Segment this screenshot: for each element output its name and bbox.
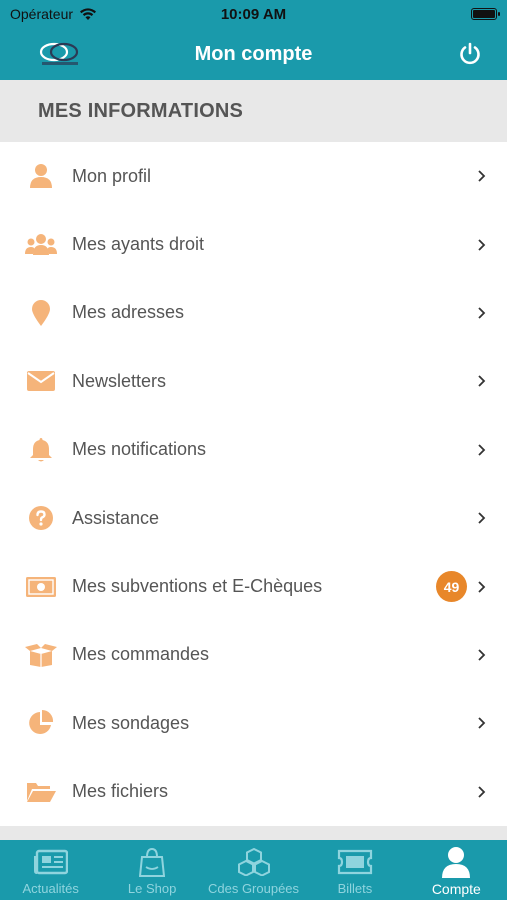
menu-item-mes-adresses[interactable]: Mes adresses xyxy=(0,279,507,347)
chevron-right-icon xyxy=(478,717,486,729)
menu-item-assistance[interactable]: Assistance xyxy=(0,484,507,552)
shop-bag-icon xyxy=(134,845,170,879)
tab-label: Compte xyxy=(431,881,481,897)
tab-billets[interactable]: Billets xyxy=(304,840,405,900)
menu-item-mes-notifications[interactable]: Mes notifications xyxy=(0,416,507,484)
ticket-icon xyxy=(337,845,373,879)
chevron-right-icon xyxy=(478,649,486,661)
page-title: Mon compte xyxy=(194,42,313,65)
menu-item-newsletters[interactable]: Newsletters xyxy=(0,347,507,415)
status-bar: Opérateur 10:09 AM xyxy=(0,0,507,28)
menu-item-label: Assistance xyxy=(72,507,160,528)
pie-chart-icon xyxy=(25,708,57,738)
menu-item-label: Mes ayants droit xyxy=(72,234,205,255)
menu-item-label: Mes commandes xyxy=(72,644,210,665)
menu-item-mes-sondages[interactable]: Mes sondages xyxy=(0,689,507,757)
power-icon[interactable] xyxy=(457,41,483,67)
menu-item-label: Mes fichiers xyxy=(72,781,169,802)
menu-item-label: Mes subventions et E-Chèques xyxy=(72,576,323,597)
chevron-right-icon xyxy=(478,375,486,387)
chevron-right-icon xyxy=(478,512,486,524)
folder-open-icon xyxy=(25,777,57,807)
tab-actualites[interactable]: Actualités xyxy=(0,840,101,900)
envelope-icon xyxy=(25,366,57,396)
tab-compte[interactable]: Compte xyxy=(406,840,507,900)
box-open-icon xyxy=(25,640,57,670)
section-header: MES INFORMATIONS xyxy=(0,80,507,142)
tab-label: Billets xyxy=(337,881,373,896)
tab-bar: Actualités Le Shop Cdes Groupées Billets… xyxy=(0,840,507,900)
chevron-right-icon xyxy=(478,307,486,319)
question-circle-icon xyxy=(25,503,57,533)
list-footer-divider xyxy=(0,826,507,840)
tab-le-shop[interactable]: Le Shop xyxy=(101,840,202,900)
tab-label: Actualités xyxy=(22,881,79,896)
bell-icon xyxy=(25,435,57,465)
tab-cdes-groupees[interactable]: Cdes Groupées xyxy=(203,840,304,900)
menu-item-label: Mes sondages xyxy=(72,712,190,733)
cubes-icon xyxy=(236,845,272,879)
carrier-label: Opérateur xyxy=(10,6,74,22)
tab-label: Cdes Groupées xyxy=(207,881,300,896)
menu-item-mes-fichiers[interactable]: Mes fichiers xyxy=(0,758,507,826)
menu-item-label: Newsletters xyxy=(72,370,167,391)
chevron-right-icon xyxy=(478,170,486,182)
menu-item-mon-profil[interactable]: Mon profil xyxy=(0,142,507,210)
chevron-right-icon xyxy=(478,786,486,798)
menu-item-mes-ayants-droit[interactable]: Mes ayants droit xyxy=(0,210,507,278)
tab-label: Le Shop xyxy=(127,881,177,896)
menu-item-mes-commandes[interactable]: Mes commandes xyxy=(0,621,507,689)
users-icon xyxy=(25,230,57,260)
menu-item-mes-subventions[interactable]: Mes subventions et E-Chèques 49 xyxy=(0,552,507,620)
count-badge: 49 xyxy=(436,571,467,603)
user-icon xyxy=(438,845,474,879)
chevron-right-icon xyxy=(478,444,486,456)
map-pin-icon xyxy=(25,298,57,328)
chevron-right-icon xyxy=(478,238,486,251)
app-logo-icon xyxy=(39,42,79,65)
newspaper-icon xyxy=(33,845,69,879)
menu-list: Mon profil Mes ayants droit Mes adresses… xyxy=(0,142,507,826)
menu-item-label: Mes notifications xyxy=(72,439,207,460)
section-title: MES INFORMATIONS xyxy=(38,99,244,122)
menu-item-label: Mon profil xyxy=(72,165,152,186)
money-bill-icon xyxy=(25,572,57,602)
wifi-icon xyxy=(80,8,97,20)
person-icon xyxy=(25,161,57,191)
battery-icon xyxy=(471,8,500,20)
chevron-right-icon xyxy=(478,580,486,593)
nav-header: Mon compte xyxy=(0,28,507,80)
menu-item-label: Mes adresses xyxy=(72,302,185,323)
status-left: Opérateur xyxy=(10,6,97,22)
